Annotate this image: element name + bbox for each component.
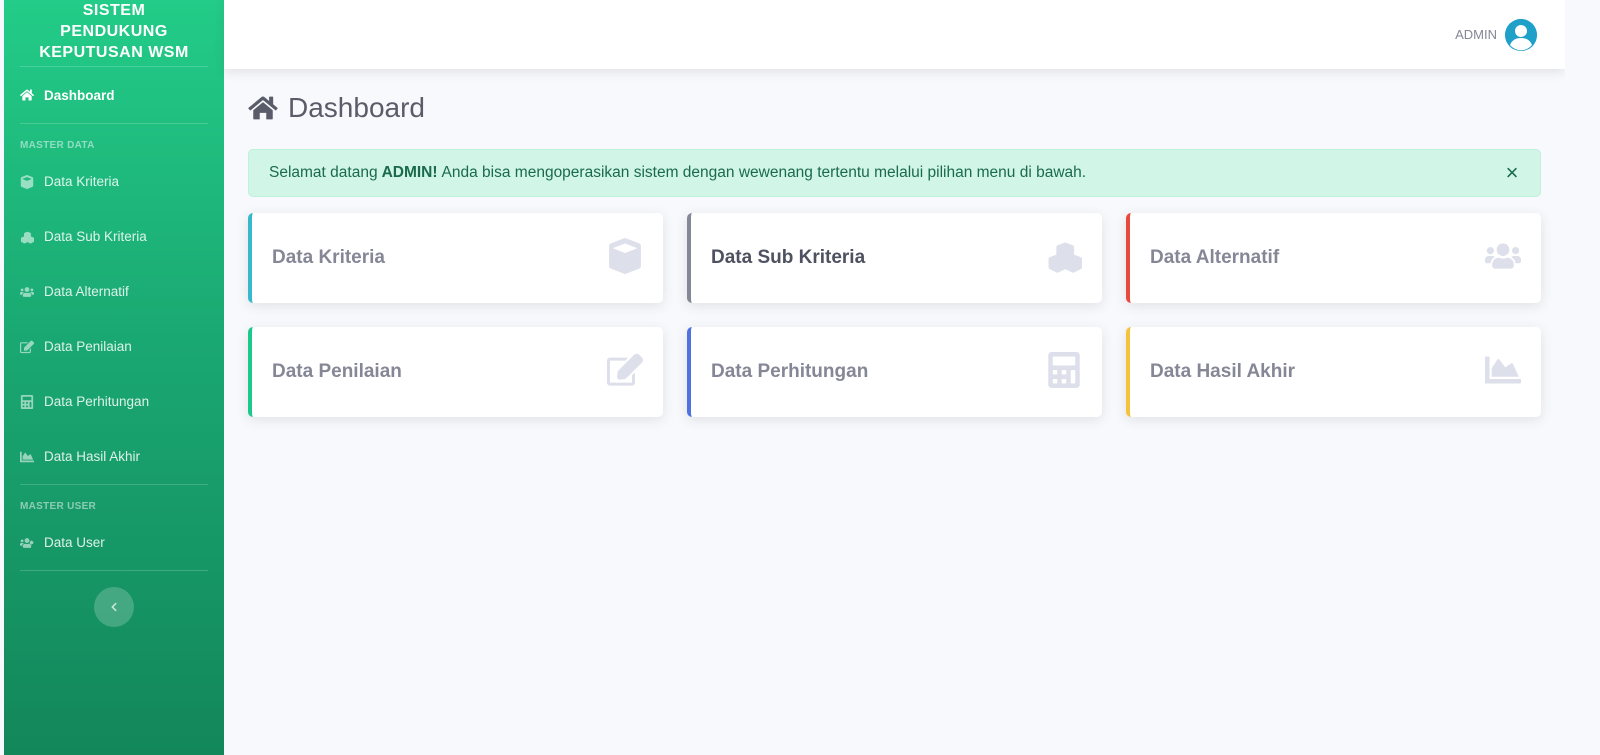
sidebar-item-label: Dashboard: [44, 87, 115, 103]
edit-icon: [20, 340, 34, 354]
sidebar-item-label: Data Sub Kriteria: [44, 229, 147, 244]
menu-cards: Data Kriteria Data Sub Kriteria Data Alt…: [248, 213, 1541, 417]
sidebar-item-data-user[interactable]: Data User: [4, 515, 224, 570]
main-content: Dashboard Selamat datang ADMIN! Anda bis…: [248, 69, 1541, 417]
brand-line-1: SISTEM: [82, 1, 146, 19]
alert-prefix: Selamat datang: [269, 164, 378, 181]
brand-line-2: PENDUKUNG: [60, 22, 168, 40]
sidebar-brand[interactable]: SISTEM PENDUKUNG KEPUTUSAN WSM: [4, 0, 224, 66]
sidebar-item-dashboard[interactable]: Dashboard: [4, 67, 224, 123]
card-label: Data Sub Kriteria: [711, 247, 866, 268]
sidebar-toggle-button[interactable]: [94, 587, 134, 627]
card-label: Data Penilaian: [272, 361, 402, 382]
alert-username: ADMIN!: [381, 164, 438, 181]
sidebar-item-label: Data User: [44, 535, 105, 550]
card-data-kriteria[interactable]: Data Kriteria: [248, 213, 663, 303]
page-title: Dashboard: [248, 91, 1541, 125]
user-avatar[interactable]: [1505, 18, 1537, 51]
user-circle-icon: [1505, 18, 1537, 51]
card-data-sub-kriteria[interactable]: Data Sub Kriteria: [687, 213, 1102, 303]
alert-close-button[interactable]: ×: [1504, 162, 1520, 184]
home-icon: [248, 96, 278, 120]
sidebar-item-data-hasil-akhir[interactable]: Data Hasil Akhir: [4, 429, 224, 484]
card-label: Data Kriteria: [272, 247, 385, 268]
topbar: ADMIN: [224, 0, 1565, 69]
users-icon: [20, 285, 34, 299]
chart-area-icon: [20, 450, 34, 464]
cubes-icon: [1046, 238, 1082, 279]
sidebar-item-label: Data Alternatif: [44, 284, 129, 299]
card-label: Data Alternatif: [1150, 247, 1280, 268]
sidebar: SISTEM PENDUKUNG KEPUTUSAN WSM Dashboard…: [4, 0, 224, 755]
sidebar-item-label: Data Penilaian: [44, 339, 132, 354]
sidebar-item-label: Data Hasil Akhir: [44, 449, 141, 464]
cube-icon: [607, 237, 643, 279]
cubes-icon: [20, 230, 34, 244]
page-scrollbar[interactable]: [1565, 0, 1600, 755]
card-data-alternatif[interactable]: Data Alternatif: [1126, 213, 1541, 303]
card-label: Data Hasil Akhir: [1150, 361, 1296, 382]
card-data-perhitungan[interactable]: Data Perhitungan: [687, 327, 1102, 417]
brand-line-3: KEPUTUSAN WSM: [39, 43, 189, 61]
sidebar-item-label: Data Perhitungan: [44, 394, 150, 409]
sidebar-divider: [20, 570, 208, 571]
card-label: Data Perhitungan: [711, 361, 869, 382]
card-data-penilaian[interactable]: Data Penilaian: [248, 327, 663, 417]
calculator-icon: [20, 394, 34, 409]
app-root: SISTEM PENDUKUNG KEPUTUSAN WSM Dashboard…: [0, 0, 1600, 755]
sidebar-heading-master-user: MASTER USER: [20, 501, 97, 512]
chart-area-icon: [1485, 352, 1521, 393]
sidebar-heading-master-data: MASTER DATA: [20, 140, 95, 151]
card-data-hasil-akhir[interactable]: Data Hasil Akhir: [1126, 327, 1541, 417]
edit-icon: [607, 352, 643, 393]
alert-message: Anda bisa mengoperasikan sistem dengan w…: [441, 164, 1087, 181]
sidebar-item-data-alternatif[interactable]: Data Alternatif: [4, 264, 224, 319]
users-cog-icon: [20, 536, 34, 550]
home-icon: [20, 88, 34, 102]
topbar-user-name[interactable]: ADMIN: [1455, 27, 1497, 42]
cube-icon: [20, 174, 34, 189]
users-icon: [1485, 238, 1521, 279]
welcome-alert: Selamat datang ADMIN! Anda bisa mengoper…: [248, 149, 1541, 197]
sidebar-item-data-perhitungan[interactable]: Data Perhitungan: [4, 374, 224, 429]
sidebar-item-label: Data Kriteria: [44, 174, 120, 189]
sidebar-item-data-kriteria[interactable]: Data Kriteria: [4, 154, 224, 209]
sidebar-item-data-sub-kriteria[interactable]: Data Sub Kriteria: [4, 209, 224, 264]
sidebar-item-data-penilaian[interactable]: Data Penilaian: [4, 319, 224, 374]
page-title-text: Dashboard: [288, 92, 425, 123]
chevron-left-icon: [111, 602, 117, 612]
sidebar-toggle-wrap: [4, 587, 224, 627]
calculator-icon: [1046, 351, 1082, 393]
